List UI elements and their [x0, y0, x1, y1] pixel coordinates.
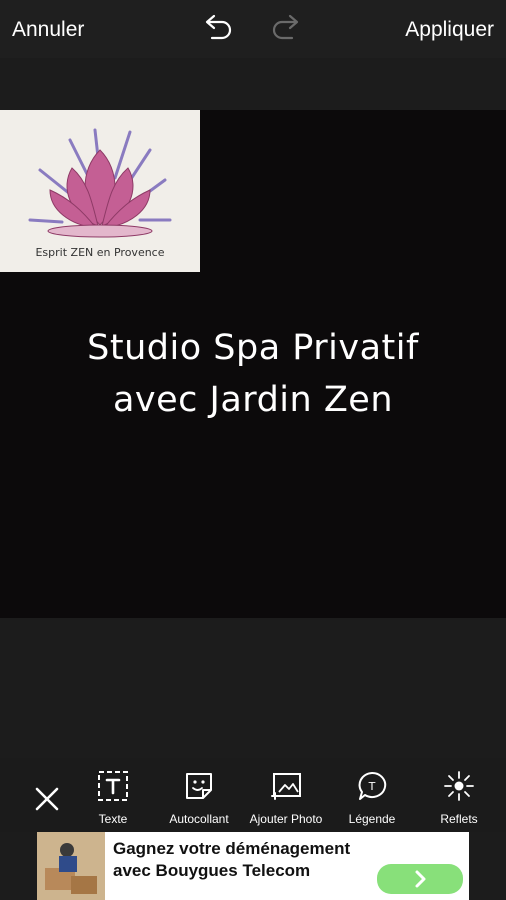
ad-cta-button[interactable]	[377, 864, 463, 894]
sticker-icon	[186, 773, 212, 799]
title-line-2: avec Jardin Zen	[112, 380, 394, 420]
ad-banner[interactable]: Gagnez votre déménagement avec Bouygues …	[37, 832, 469, 900]
title-line-1: Studio Spa Privatif	[87, 328, 419, 368]
ad-image	[37, 832, 105, 900]
caption-bubble-icon: T	[358, 771, 387, 800]
undo-icon[interactable]	[200, 14, 234, 44]
ad-headline: Gagnez votre déménagement avec Bouygues …	[113, 839, 351, 880]
text-icon	[98, 771, 128, 801]
tool-sticker[interactable]: Autocollant	[166, 770, 232, 832]
redo-icon[interactable]	[270, 14, 304, 44]
add-photo-icon	[271, 773, 301, 800]
svg-text:T: T	[368, 780, 376, 793]
logo-caption: Esprit ZEN en Provence	[35, 246, 165, 259]
apply-button[interactable]: Appliquer	[405, 18, 494, 42]
cancel-button[interactable]: Annuler	[12, 18, 84, 42]
chevron-right-icon	[415, 870, 426, 888]
tool-label-text: Texte	[98, 812, 128, 826]
logo-image: Esprit ZEN en Provence	[0, 110, 200, 272]
tool-label-sticker: Autocollant	[169, 812, 229, 826]
lens-flare-icon	[444, 771, 474, 801]
tool-add-photo[interactable]: Ajouter Photo	[246, 770, 326, 832]
close-icon[interactable]	[28, 780, 66, 818]
tool-text[interactable]: Texte	[90, 770, 136, 832]
tool-label-caption: Légende	[348, 812, 396, 826]
tool-caption[interactable]: T Légende	[346, 770, 398, 832]
overlay-title[interactable]: Studio Spa Privatif avec Jardin Zen	[0, 322, 506, 426]
image-canvas[interactable]: Esprit ZEN en Provence Studio Spa Privat…	[0, 110, 506, 618]
bottom-toolbar: Texte Autocollant Ajouter Photo T Légend…	[0, 758, 506, 832]
tool-label-add-photo: Ajouter Photo	[249, 812, 323, 826]
top-bar: Annuler Appliquer	[0, 0, 506, 58]
tool-label-flares: Reflets	[440, 812, 478, 826]
tool-flares[interactable]: Reflets	[436, 770, 482, 832]
